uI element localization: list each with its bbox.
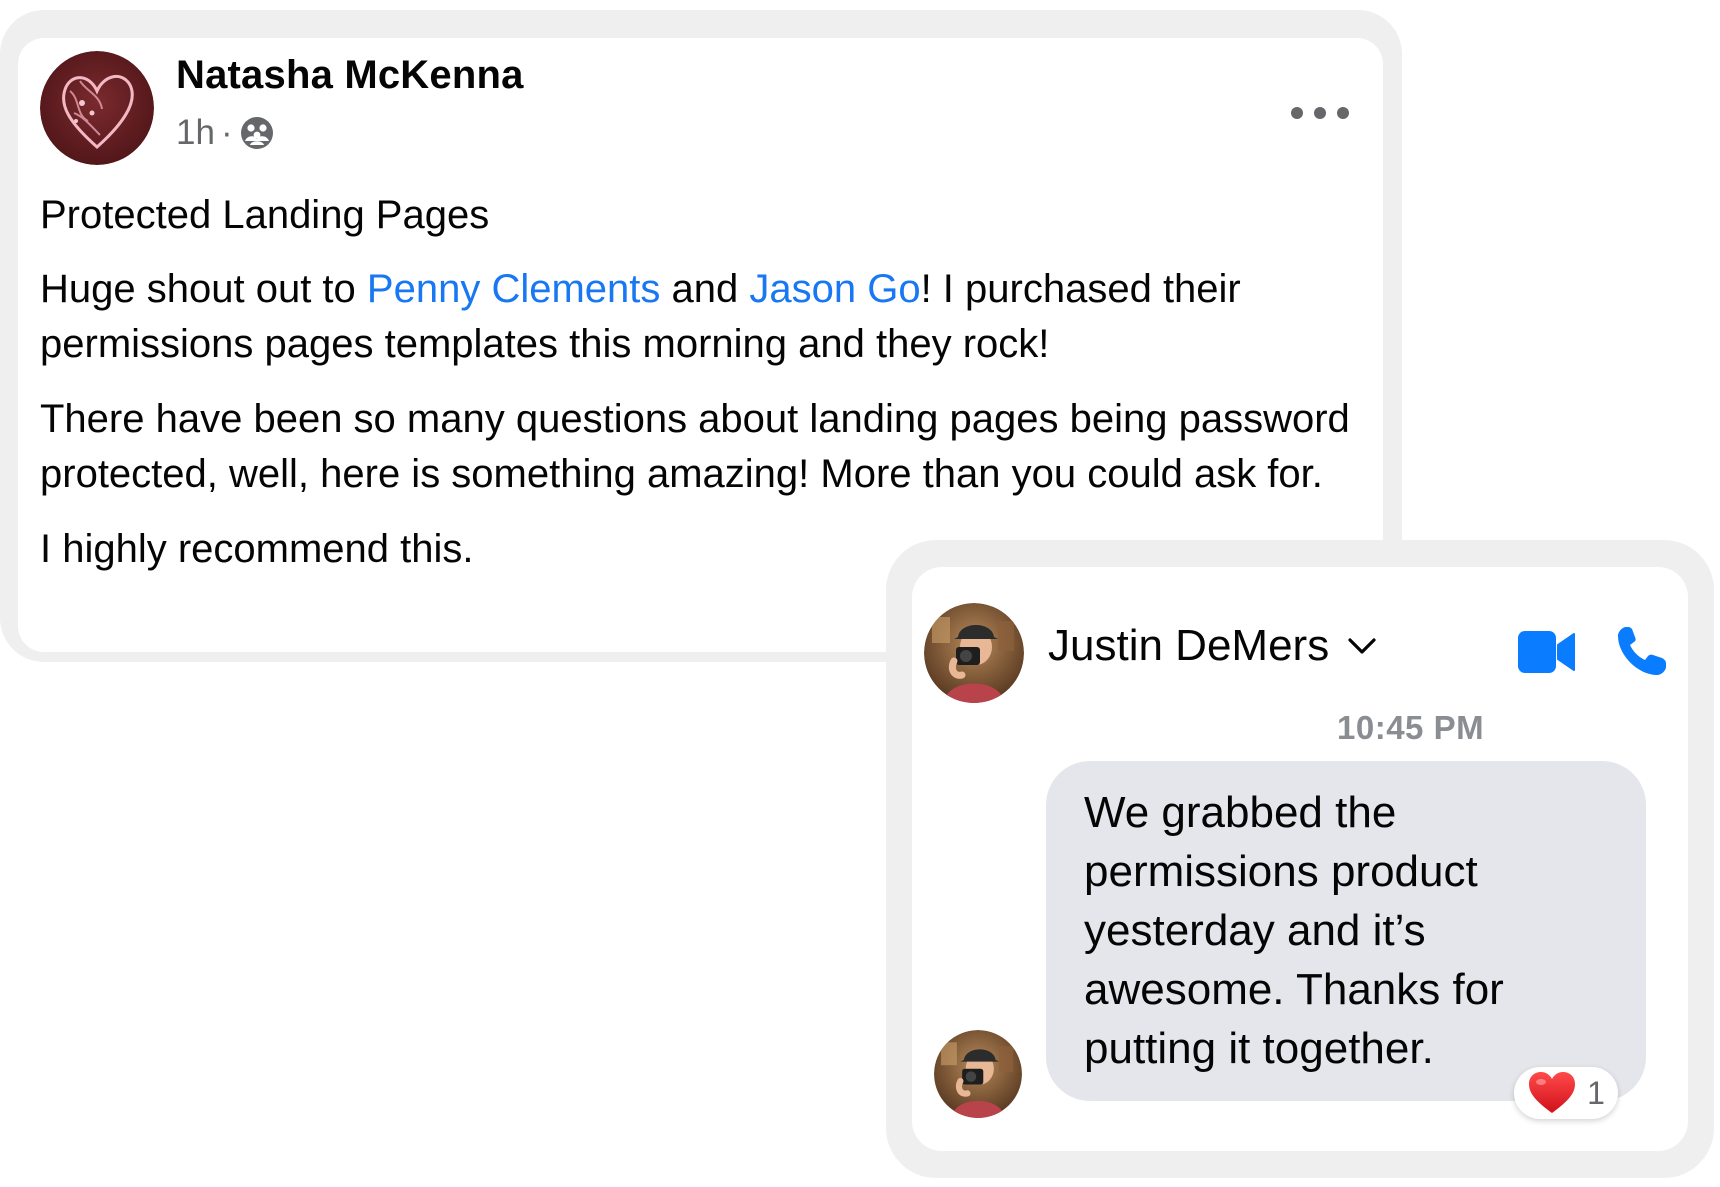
contact-avatar[interactable] <box>924 603 1024 703</box>
contact-name: Justin DeMers <box>1048 621 1330 670</box>
message-reaction[interactable]: 1 <box>1514 1067 1618 1119</box>
post-time[interactable]: 1h <box>176 113 215 153</box>
post-author-name[interactable]: Natasha McKenna <box>176 53 524 98</box>
group-audience-icon <box>239 115 275 151</box>
post-paragraph-2: There have been so many questions about … <box>40 397 1350 496</box>
message-timestamp: 10:45 PM <box>1337 709 1485 746</box>
sender-avatar[interactable] <box>934 1030 1022 1118</box>
post-body: Protected Landing Pages Huge shout out t… <box>40 188 1360 597</box>
messenger-conversation: Justin DeMers 10:45 PM We grabbed the pe… <box>912 567 1688 1151</box>
more-options-icon[interactable] <box>1291 98 1349 128</box>
post-paragraph-1: Huge shout out to Penny Clements and Jas… <box>40 267 1241 366</box>
meta-separator: · <box>220 113 233 152</box>
video-call-icon[interactable] <box>1518 629 1576 675</box>
messenger-card-frame: Justin DeMers 10:45 PM We grabbed the pe… <box>886 540 1714 1178</box>
chevron-down-icon <box>1348 638 1376 654</box>
mention-jason-go[interactable]: Jason Go <box>749 267 920 311</box>
post-title: Protected Landing Pages <box>40 193 490 237</box>
post-meta: 1h · <box>176 111 275 155</box>
phone-call-icon[interactable] <box>1614 623 1670 679</box>
contact-name-dropdown[interactable]: Justin DeMers <box>1048 621 1377 671</box>
author-avatar[interactable] <box>40 51 154 165</box>
reaction-count: 1 <box>1587 1074 1605 1111</box>
mention-penny-clements[interactable]: Penny Clements <box>367 267 660 311</box>
message-bubble[interactable]: We grabbed the permissions product yeste… <box>1046 761 1646 1101</box>
heart-icon <box>1529 1072 1576 1113</box>
